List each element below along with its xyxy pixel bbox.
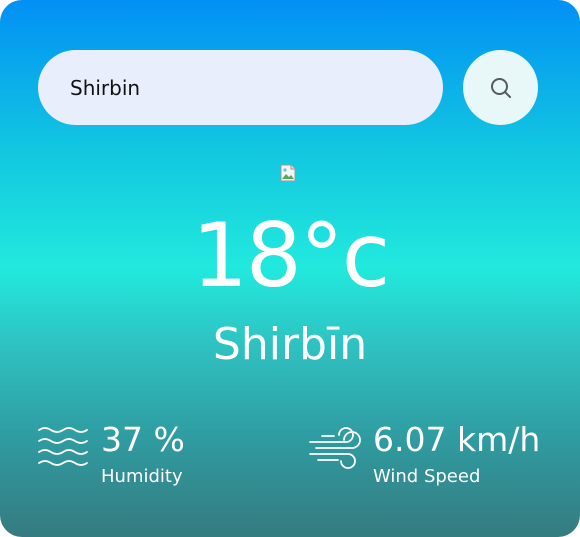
humidity-value: 37 % bbox=[101, 420, 185, 459]
wind-icon bbox=[309, 427, 361, 469]
temperature-value: 18°c bbox=[191, 204, 390, 307]
wind-detail: 6.07 km/h Wind Speed bbox=[308, 420, 558, 492]
humidity-label: Humidity bbox=[101, 466, 183, 487]
city-search-input[interactable] bbox=[38, 50, 443, 125]
search-button[interactable] bbox=[463, 50, 538, 125]
wind-speed-value: 6.07 km/h bbox=[373, 420, 541, 459]
humidity-detail: 37 % Humidity bbox=[37, 420, 257, 492]
waves-icon bbox=[38, 427, 88, 466]
wind-speed-label: Wind Speed bbox=[373, 466, 481, 487]
broken-image-icon bbox=[280, 164, 296, 182]
search-bar bbox=[38, 50, 538, 125]
weather-condition-image bbox=[278, 163, 298, 183]
search-icon bbox=[490, 77, 511, 98]
city-name: Shirbīn bbox=[212, 319, 368, 370]
weather-card: 18°c Shirbīn 37 % Humidity 6.07 km/h Win… bbox=[0, 0, 580, 537]
